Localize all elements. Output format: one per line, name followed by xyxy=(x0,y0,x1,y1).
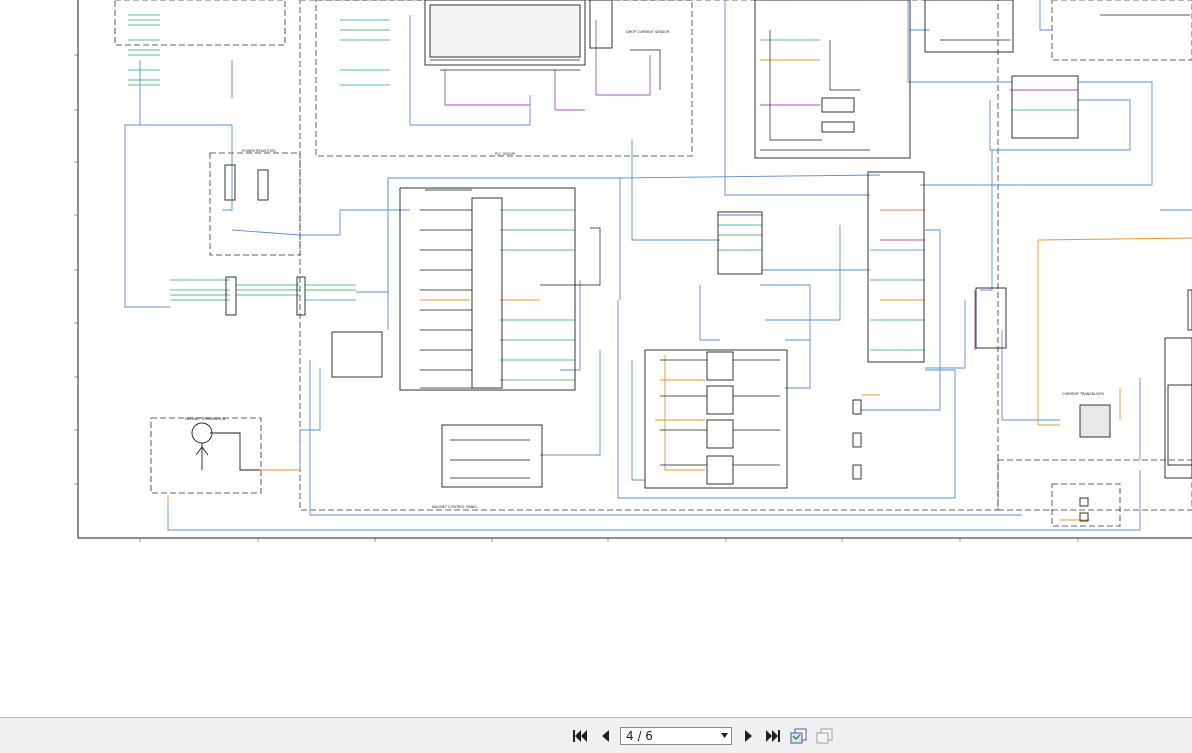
first-page-button[interactable] xyxy=(569,726,591,746)
pages-icon xyxy=(816,728,833,744)
chevron-down-icon xyxy=(721,733,728,738)
page-border-ticks xyxy=(74,54,1079,542)
blue-wires xyxy=(124,0,1192,531)
magnet-symbol xyxy=(191,422,260,471)
page-indicator: 4 / 6 xyxy=(626,729,653,743)
previous-page-button[interactable] xyxy=(594,726,616,746)
magnet-control-panel-label: MAGNET CONTROL PANEL xyxy=(432,505,477,509)
copy-page-button[interactable] xyxy=(788,726,810,746)
dashed-panels xyxy=(114,0,1192,527)
harness-lines xyxy=(128,14,1078,381)
components xyxy=(224,0,1192,522)
power-resistors-label: POWER RESISTORS xyxy=(242,149,277,153)
wiring-schematic-page: POWER RESISTORS PLC GROUP MAGNET CONTROL… xyxy=(74,0,1192,542)
page-navigation-toolbar: 4 / 6 xyxy=(0,718,1192,753)
current-transducer-label: CURRENT TRANSDUCER xyxy=(1062,392,1105,396)
page-border xyxy=(77,0,1192,539)
plc-group-label: PLC GROUP xyxy=(495,152,515,156)
copy-page-icon xyxy=(790,728,807,744)
last-page-button[interactable] xyxy=(762,726,784,746)
document-viewport[interactable]: POWER RESISTORS PLC GROUP MAGNET CONTROL… xyxy=(0,0,1192,718)
black-wires xyxy=(420,14,1190,479)
triangle-right-icon xyxy=(745,730,752,742)
drop-current-sensor-label: DROP CURRENT SENSOR xyxy=(626,30,670,34)
pages-disabled-button[interactable] xyxy=(814,726,836,746)
skip-to-end-icon xyxy=(766,730,780,742)
triangle-left-icon xyxy=(602,730,609,742)
page-number-select[interactable]: 4 / 6 xyxy=(620,727,732,745)
next-page-button[interactable] xyxy=(738,726,760,746)
skip-to-start-icon xyxy=(573,730,587,742)
magnet-termination-label: MAGNET TERMINATION xyxy=(185,417,226,421)
